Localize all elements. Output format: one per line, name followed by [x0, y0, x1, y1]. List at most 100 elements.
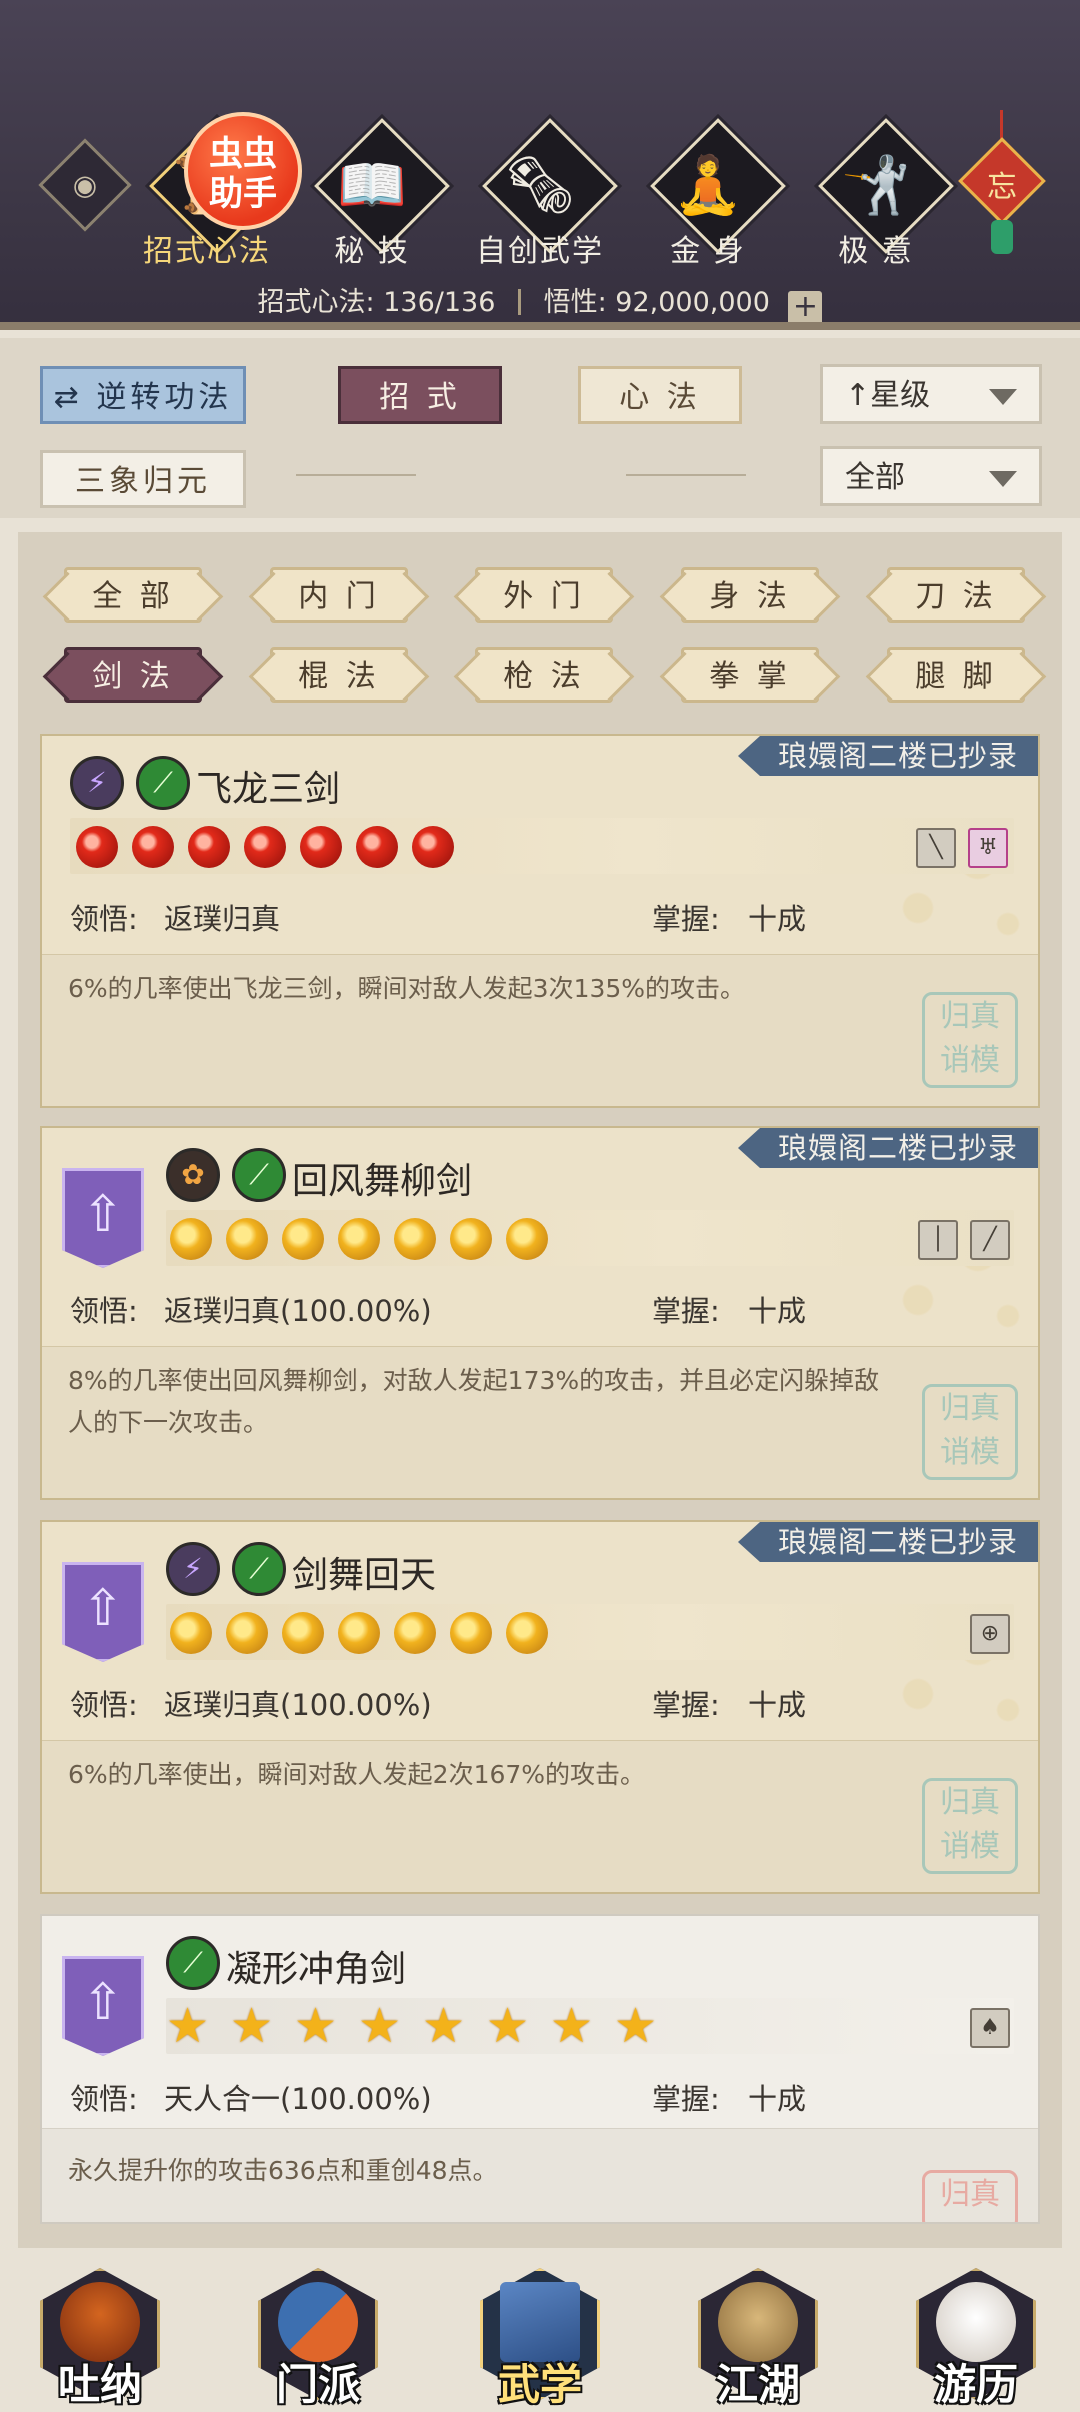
type-tag-selected[interactable]: 剑 法 — [64, 647, 202, 703]
mastery-label: 掌握: — [652, 902, 720, 936]
seal-stamp: 归真 诮模 — [922, 1778, 1018, 1874]
sword-icon: ⟋ — [136, 756, 190, 810]
upgrade-banner-icon[interactable]: ⇧ — [62, 1956, 144, 2056]
comprehension-value: 返璞归真 — [164, 902, 281, 936]
nav-label: 吐纳 — [57, 2360, 142, 2409]
star-rating: │ ╱ — [166, 1210, 1014, 1266]
scroll-icon: 🗞 — [504, 153, 576, 218]
comprehension-value: 返璞归真(100.00%) — [164, 1688, 432, 1722]
type-tag[interactable]: 腿 脚 — [887, 647, 1025, 703]
nav-martial-arts[interactable]: 武学 — [470, 2262, 610, 2412]
mastery-label: 掌握: — [652, 1688, 720, 1722]
skill-card[interactable]: 琅嬛阁二楼已抄录 ⇧ ✿ ⟋ 回风舞柳剑 │ ╱ 领悟: 返璞归真(100.00… — [40, 1126, 1040, 1500]
view-toggle-button[interactable]: ◉ — [38, 138, 132, 232]
type-tag[interactable]: 内 门 — [270, 567, 408, 623]
upgrade-banner-icon[interactable]: ⇧ — [62, 1168, 144, 1268]
skill-card[interactable]: 琅嬛阁二楼已抄录 ⚡ ⟋ 飞龙三剑 ╲ ♅ 领悟: 返璞归真 掌握: 十成 6%… — [40, 734, 1040, 1108]
star-rating: ⊕ — [166, 1604, 1014, 1660]
nav-travel[interactable]: 游历 — [906, 2262, 1046, 2412]
comprehension-value: 返璞归真(100.00%) — [164, 1294, 432, 1328]
skill-name: 飞龙三剑 — [196, 769, 341, 810]
weapon-slot-icon[interactable]: ⊕ — [970, 1614, 1010, 1654]
skills-label: 招式心法: — [257, 287, 375, 318]
type-tag[interactable]: 外 门 — [475, 567, 613, 623]
category-label: 秘 技 — [334, 234, 410, 269]
assistant-badge[interactable]: 虫虫 助手 — [184, 112, 302, 230]
category-label: 招式心法 — [143, 234, 271, 269]
category-ultimate[interactable]: 🤺 极 意 — [806, 118, 954, 270]
sword-icon: ⟋ — [232, 1148, 286, 1202]
star-rating: ★ ★ ★ ★ ★ ★ ★ ★ ♠ — [166, 1998, 1014, 2054]
category-label: 自创武学 — [476, 234, 604, 269]
type-tag[interactable]: 刀 法 — [887, 567, 1025, 623]
eye-icon: ◉ — [72, 168, 98, 202]
comprehension-value: 天人合一(100.00%) — [164, 2082, 432, 2116]
skill-name: 回风舞柳剑 — [292, 1161, 473, 1202]
nav-jianghu[interactable]: 江湖 — [688, 2262, 828, 2412]
type-tag[interactable]: 拳 掌 — [681, 647, 819, 703]
three-return-button[interactable]: 三象归元 — [40, 450, 246, 508]
type-tag[interactable]: 全 部 — [64, 567, 202, 623]
mastery-value: 十成 — [748, 902, 807, 936]
chinese-knot-button[interactable]: 忘 — [958, 110, 1046, 254]
chevron-down-icon — [989, 389, 1017, 405]
type-tag[interactable]: 枪 法 — [475, 647, 613, 703]
upgrade-banner-icon[interactable]: ⇧ — [62, 1562, 144, 1662]
weapon-slot-icon[interactable]: ╲ — [916, 828, 956, 868]
skill-description: 6%的几率使出飞龙三剑，瞬间对敌人发起3次135%的攻击。 — [68, 974, 746, 1003]
nav-label: 武学 — [497, 2360, 582, 2409]
nav-sect[interactable]: 门派 — [248, 2262, 388, 2412]
mastery-value: 十成 — [748, 1688, 807, 1722]
tab-mind[interactable]: 心 法 — [578, 366, 742, 424]
skill-type-icon: ⚡ — [166, 1542, 220, 1596]
weapon-slot-icon[interactable]: │ — [918, 1220, 958, 1260]
skill-name: 剑舞回天 — [292, 1555, 437, 1596]
seal-stamp: 归真 诮模 — [922, 992, 1018, 1088]
martial-stance-icon: 🤺 — [841, 153, 911, 218]
bottom-navigation: 吐纳 门派 武学 江湖 游历 — [0, 2248, 1080, 2412]
divider-ornament — [626, 474, 746, 476]
type-tag[interactable]: 身 法 — [681, 567, 819, 623]
skill-description: 8%的几率使出回风舞柳剑，对敌人发起173%的攻击，并且必定闪躲掉敌人的下一次攻… — [68, 1366, 880, 1437]
skills-count: 136/136 — [383, 287, 496, 318]
add-insight-button[interactable]: + — [788, 291, 823, 325]
skill-card[interactable]: 琅嬛阁二楼已抄录 ⇧ ⚡ ⟋ 剑舞回天 ⊕ 领悟: 返璞归真(100.00%) … — [40, 1520, 1040, 1894]
chevron-down-icon — [989, 471, 1017, 487]
nav-label: 门派 — [275, 2360, 360, 2409]
category-self-created[interactable]: 🗞 自创武学 — [470, 118, 618, 270]
manual-icon — [500, 2282, 580, 2362]
category-label: 极 意 — [838, 234, 914, 269]
reverse-technique-button[interactable]: ⇄ 逆转功法 — [40, 366, 246, 424]
sort-dropdown[interactable]: ↑星级 — [820, 364, 1042, 424]
lotus-icon: ✿ — [166, 1148, 220, 1202]
comprehension-label: 领悟: — [70, 2082, 138, 2116]
sword-icon: ⟋ — [166, 1936, 220, 1990]
comprehension-label: 领悟: — [70, 1294, 138, 1328]
copied-ribbon: 琅嬛阁二楼已抄录 — [737, 1128, 1038, 1168]
category-secret-skill[interactable]: 📖 秘 技 — [302, 118, 450, 270]
type-tag[interactable]: 棍 法 — [270, 647, 408, 703]
skill-name: 凝形冲角剑 — [226, 1949, 407, 1990]
star-rating: ╲ ♅ — [70, 818, 1014, 874]
skill-description: 永久提升你的攻击636点和重创48点。 — [68, 2156, 498, 2185]
copied-ribbon: 琅嬛阁二楼已抄录 — [737, 1522, 1038, 1562]
insight-label: 悟性: — [543, 287, 607, 318]
nav-breathing[interactable]: 吐纳 — [30, 2262, 170, 2412]
stats-bar: 招式心法: 136/136 悟性: 92,000,000 + — [0, 280, 1080, 325]
copied-ribbon: 琅嬛阁二楼已抄录 — [737, 736, 1038, 776]
sword-slot-icon[interactable]: ╱ — [970, 1220, 1010, 1260]
skill-card[interactable]: ⇧ ⟋ 凝形冲角剑 ★ ★ ★ ★ ★ ★ ★ ★ ♠ 领悟: 天人合一(100.00%)… — [40, 1914, 1040, 2224]
skill-description: 6%的几率使出，瞬间对敌人发起2次167%的攻击。 — [68, 1760, 646, 1789]
tab-moves[interactable]: 招 式 — [338, 366, 502, 424]
comprehension-label: 领悟: — [70, 902, 138, 936]
sword-icon: ⟋ — [232, 1542, 286, 1596]
horse-icon — [936, 2282, 1016, 2362]
weapon-slot-icon[interactable]: ♠ — [970, 2008, 1010, 2048]
dragon-slot-icon[interactable]: ♅ — [968, 828, 1008, 868]
mastery-value: 十成 — [748, 1294, 807, 1328]
category-golden-body[interactable]: 🧘 金 身 — [638, 118, 786, 270]
category-label: 金 身 — [670, 234, 746, 269]
scope-dropdown[interactable]: 全部 — [820, 446, 1042, 506]
nav-label: 游历 — [933, 2360, 1018, 2409]
mastery-label: 掌握: — [652, 2082, 720, 2116]
